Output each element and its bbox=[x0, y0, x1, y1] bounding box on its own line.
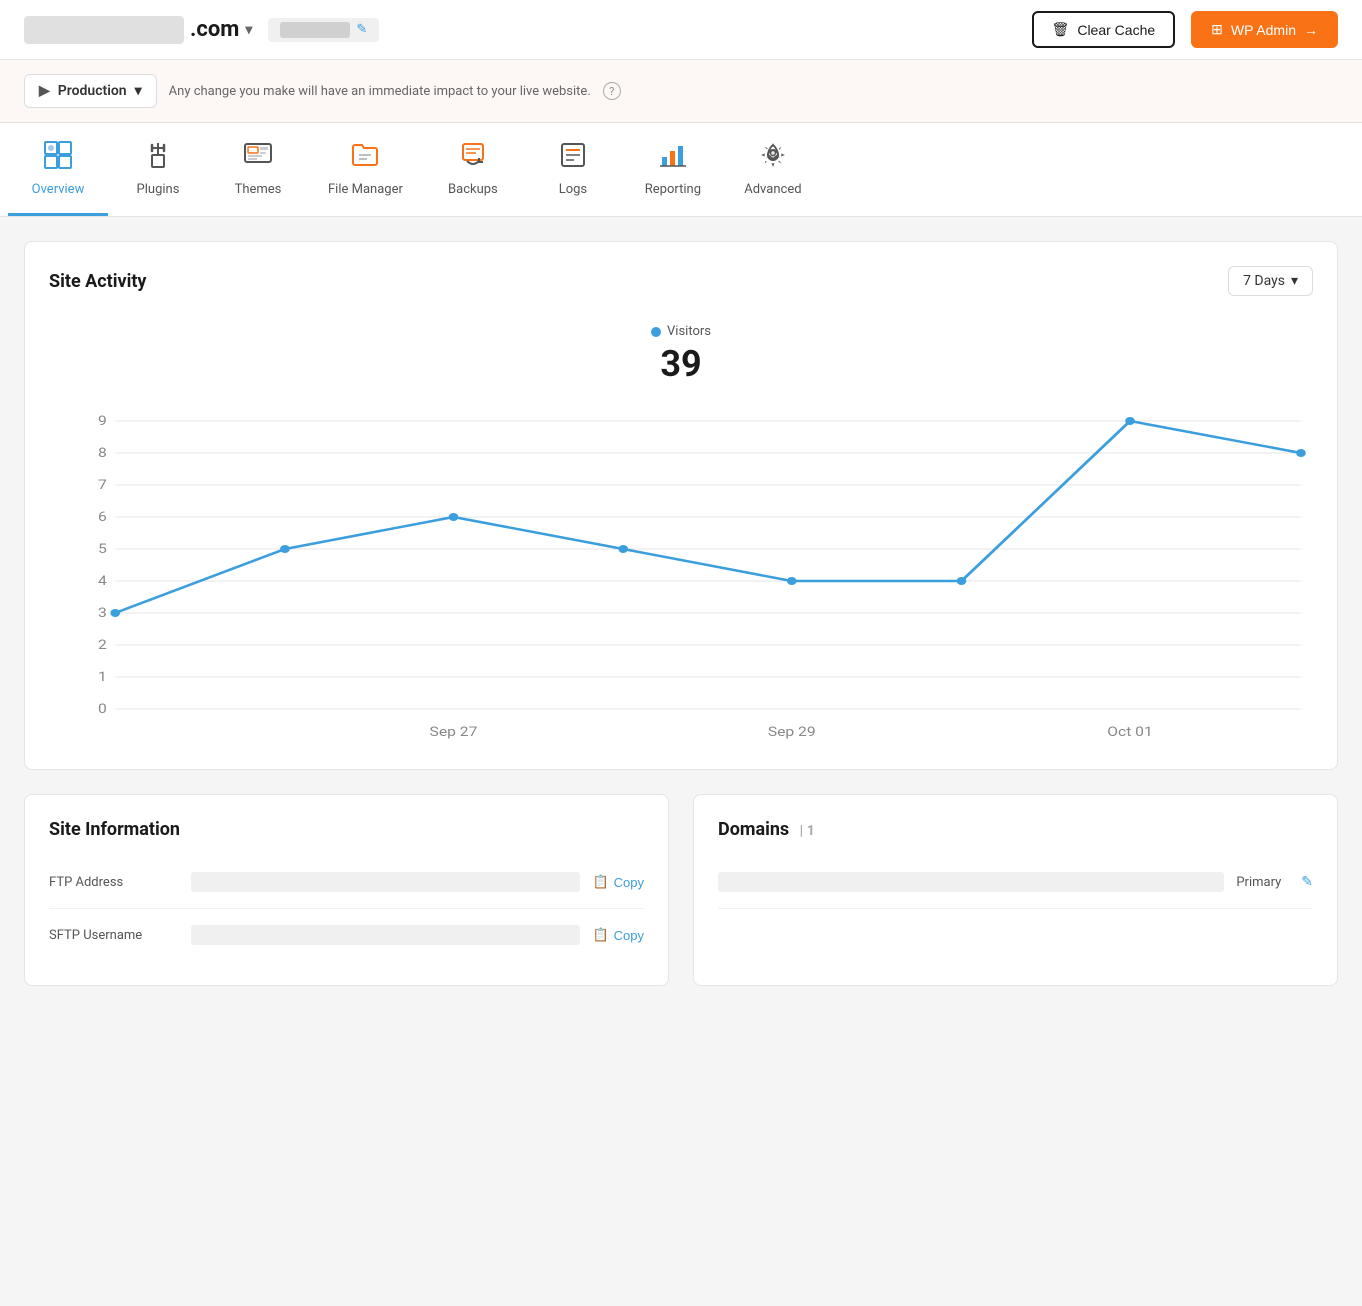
backups-icon bbox=[457, 139, 489, 176]
svg-text:Sep 29: Sep 29 bbox=[768, 724, 816, 739]
legend-label: Visitors bbox=[667, 324, 711, 339]
days-chevron-icon: ▾ bbox=[1291, 273, 1298, 289]
env-bar-description: Any change you make will have an immedia… bbox=[169, 84, 591, 99]
domain-edit-icon[interactable]: ✎ bbox=[1301, 874, 1313, 890]
domain-blurred bbox=[24, 16, 184, 44]
tab-backups[interactable]: Backups bbox=[423, 123, 523, 216]
tab-overview-label: Overview bbox=[32, 182, 85, 197]
env-badge[interactable]: ✎ bbox=[268, 18, 379, 42]
svg-text:1: 1 bbox=[98, 669, 107, 684]
advanced-icon bbox=[757, 139, 789, 176]
site-activity-card: Site Activity 7 Days ▾ Visitors 39 bbox=[24, 241, 1338, 770]
svg-text:6: 6 bbox=[98, 509, 107, 524]
domain-suffix: .com bbox=[190, 17, 239, 42]
tab-plugins[interactable]: Plugins bbox=[108, 123, 208, 216]
site-activity-header: Site Activity 7 Days ▾ bbox=[49, 266, 1313, 296]
plugins-icon bbox=[142, 139, 174, 176]
svg-text:Sep 27: Sep 27 bbox=[430, 724, 478, 739]
tab-reporting[interactable]: Reporting bbox=[623, 123, 723, 216]
ftp-value bbox=[191, 872, 580, 892]
domains-header: Domains | 1 bbox=[718, 819, 1313, 840]
sftp-copy-button[interactable]: 📋 Copy bbox=[592, 927, 644, 943]
visitors-chart: 9 8 7 6 5 4 3 2 1 0 bbox=[49, 401, 1313, 741]
env-select[interactable]: ▶ Production ▾ bbox=[24, 74, 157, 108]
clear-cache-icon: 🗑 bbox=[1052, 21, 1070, 38]
ftp-address-row: FTP Address 📋 Copy bbox=[49, 856, 644, 909]
site-info-title: Site Information bbox=[49, 819, 180, 840]
header: .com ▾ ✎ 🗑 Clear Cache ⊞ WP Admin → bbox=[0, 0, 1362, 60]
tab-logs[interactable]: Logs bbox=[523, 123, 623, 216]
file-manager-icon bbox=[349, 139, 381, 176]
ftp-label: FTP Address bbox=[49, 875, 179, 890]
ftp-copy-label: Copy bbox=[614, 875, 644, 890]
tab-reporting-label: Reporting bbox=[645, 182, 701, 197]
site-info-header: Site Information bbox=[49, 819, 644, 840]
tab-logs-label: Logs bbox=[559, 182, 587, 197]
help-icon[interactable]: ? bbox=[603, 82, 621, 100]
sftp-copy-label: Copy bbox=[614, 928, 644, 943]
domain-chevron-icon[interactable]: ▾ bbox=[245, 22, 252, 38]
bottom-cards-row: Site Information FTP Address 📋 Copy SFTP… bbox=[24, 794, 1338, 1010]
svg-text:0: 0 bbox=[98, 701, 107, 716]
main-content: Site Activity 7 Days ▾ Visitors 39 bbox=[0, 217, 1362, 1034]
days-select[interactable]: 7 Days ▾ bbox=[1228, 266, 1313, 296]
site-information-card: Site Information FTP Address 📋 Copy SFTP… bbox=[24, 794, 669, 986]
tab-plugins-label: Plugins bbox=[137, 182, 180, 197]
sftp-username-row: SFTP Username 📋 Copy bbox=[49, 909, 644, 961]
legend-dot bbox=[651, 327, 661, 337]
svg-text:3: 3 bbox=[98, 605, 107, 620]
tab-themes[interactable]: Themes bbox=[208, 123, 308, 216]
visitor-count: 39 bbox=[49, 343, 1313, 385]
copy-icon-2: 📋 bbox=[592, 927, 608, 943]
play-icon: ▶ bbox=[39, 83, 50, 99]
env-label: Production bbox=[58, 83, 127, 99]
chart-container: Visitors 39 9 bbox=[49, 312, 1313, 745]
clear-cache-label: Clear Cache bbox=[1077, 22, 1155, 38]
nav-tabs: Overview Plugins Themes bbox=[0, 123, 1362, 217]
wp-admin-label: WP Admin bbox=[1231, 22, 1296, 38]
domains-count: | 1 bbox=[800, 823, 815, 839]
domain-primary-badge: Primary bbox=[1236, 875, 1281, 890]
tab-themes-label: Themes bbox=[235, 182, 282, 197]
tab-advanced-label: Advanced bbox=[744, 182, 801, 197]
wp-admin-icon: ⊞ bbox=[1211, 21, 1223, 38]
arrow-right-icon: → bbox=[1304, 22, 1318, 38]
env-bar: ▶ Production ▾ Any change you make will … bbox=[0, 60, 1362, 123]
svg-text:7: 7 bbox=[98, 477, 107, 492]
domain-display: .com ▾ bbox=[24, 16, 252, 44]
chart-legend: Visitors bbox=[49, 324, 1313, 339]
domain-row: Primary ✎ bbox=[718, 856, 1313, 909]
overview-icon bbox=[42, 139, 74, 176]
svg-text:2: 2 bbox=[98, 637, 107, 652]
sftp-label: SFTP Username bbox=[49, 928, 179, 943]
tab-advanced[interactable]: Advanced bbox=[723, 123, 823, 216]
tab-file-manager[interactable]: File Manager bbox=[308, 123, 423, 216]
svg-text:9: 9 bbox=[98, 413, 107, 428]
themes-icon bbox=[242, 139, 274, 176]
svg-text:4: 4 bbox=[98, 573, 107, 588]
chart-area: 9 8 7 6 5 4 3 2 1 0 bbox=[49, 401, 1313, 745]
svg-text:8: 8 bbox=[98, 445, 107, 460]
svg-text:5: 5 bbox=[98, 541, 107, 556]
tab-file-manager-label: File Manager bbox=[328, 182, 403, 197]
wp-admin-button[interactable]: ⊞ WP Admin → bbox=[1191, 11, 1338, 48]
domains-card: Domains | 1 Primary ✎ bbox=[693, 794, 1338, 986]
env-badge-edit-icon[interactable]: ✎ bbox=[356, 22, 367, 37]
domain-name-value bbox=[718, 872, 1224, 892]
clear-cache-button[interactable]: 🗑 Clear Cache bbox=[1032, 11, 1176, 48]
site-activity-title: Site Activity bbox=[49, 271, 147, 292]
ftp-copy-button[interactable]: 📋 Copy bbox=[592, 874, 644, 890]
sftp-value bbox=[191, 925, 580, 945]
reporting-icon bbox=[657, 139, 689, 176]
logs-icon bbox=[557, 139, 589, 176]
env-chevron-icon: ▾ bbox=[135, 83, 142, 99]
env-badge-value bbox=[280, 22, 350, 38]
tab-backups-label: Backups bbox=[448, 182, 498, 197]
domains-title: Domains | 1 bbox=[718, 819, 815, 840]
tab-overview[interactable]: Overview bbox=[8, 123, 108, 216]
days-select-label: 7 Days bbox=[1243, 273, 1285, 289]
copy-icon: 📋 bbox=[592, 874, 608, 890]
svg-text:Oct 01: Oct 01 bbox=[1107, 724, 1153, 739]
